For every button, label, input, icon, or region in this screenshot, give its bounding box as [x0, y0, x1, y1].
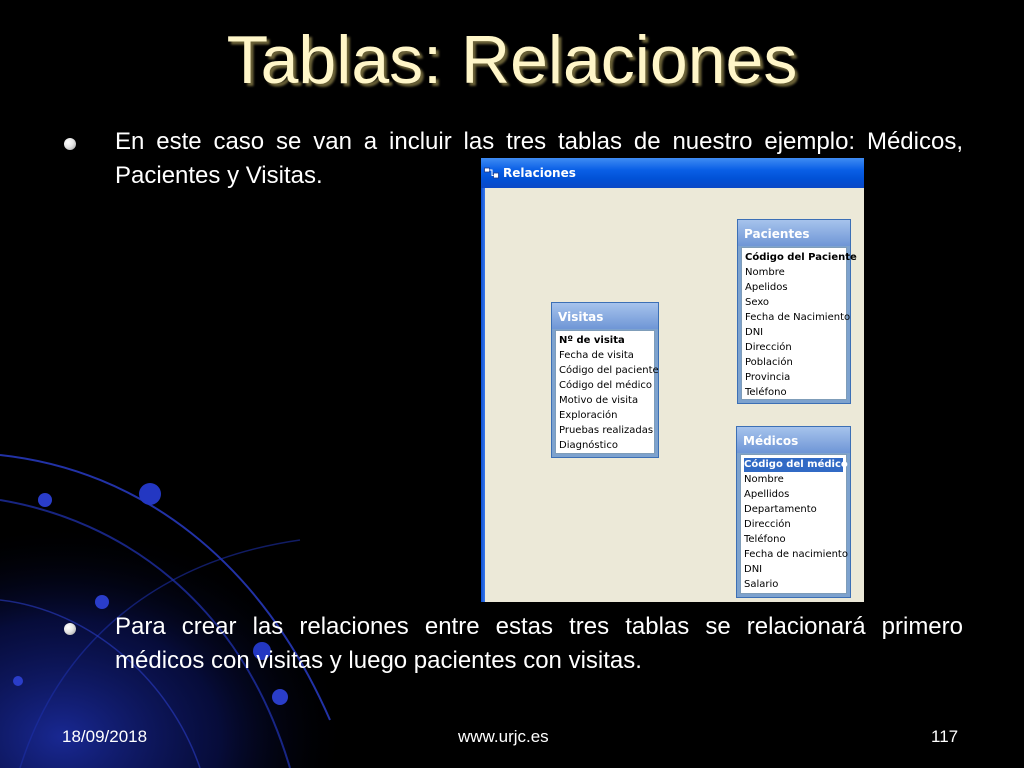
field-item[interactable]: Teléfono: [745, 386, 843, 400]
bullet-icon: [64, 138, 76, 150]
field-item[interactable]: Dirección: [745, 341, 843, 355]
field-item[interactable]: Apellidos: [744, 488, 843, 502]
field-item[interactable]: Población: [745, 356, 843, 370]
footer-page-number: 117: [931, 727, 959, 746]
window-title: Relaciones: [503, 166, 576, 180]
field-item[interactable]: Exploración: [559, 409, 651, 423]
bullet-icon: [64, 623, 76, 635]
field-item[interactable]: Fecha de nacimiento: [744, 548, 848, 562]
slide-title: Tablas: Relaciones: [226, 22, 798, 98]
field-list-box[interactable]: Nº de visita Fecha de visita Código del …: [555, 330, 659, 454]
field-item[interactable]: Sexo: [745, 296, 843, 310]
field-item[interactable]: Teléfono: [744, 533, 843, 547]
table-visitas[interactable]: Visitas Nº de visita Fecha de visita Cód…: [551, 302, 659, 458]
field-list-box[interactable]: Código del Paciente Nombre Apelidos Sexo…: [741, 247, 857, 400]
table-pacientes[interactable]: Pacientes Código del Paciente Nombre Ape…: [737, 219, 857, 404]
field-item[interactable]: Diagnóstico: [559, 439, 651, 453]
field-item[interactable]: Nº de visita: [559, 334, 651, 348]
field-item[interactable]: Código del paciente: [559, 364, 659, 378]
window-titlebar[interactable]: Relaciones: [481, 158, 864, 188]
table-title: Médicos: [743, 434, 799, 448]
field-item[interactable]: Apelidos: [745, 281, 843, 295]
field-item[interactable]: Motivo de visita: [559, 394, 651, 408]
table-medicos[interactable]: Médicos Código del médico Nombre Apellid…: [736, 426, 851, 598]
field-item[interactable]: Pruebas realizadas: [559, 424, 653, 438]
bullet-text-2: Para crear las relaciones entre estas tr…: [115, 613, 963, 674]
field-list-box[interactable]: Código del médico Nombre Apellidos Depar…: [740, 454, 848, 594]
table-header[interactable]: Médicos: [737, 427, 850, 453]
footer-url: www.urjc.es: [458, 727, 549, 746]
field-item[interactable]: Provincia: [745, 371, 843, 385]
field-item[interactable]: DNI: [744, 563, 843, 577]
field-item[interactable]: Dirección: [744, 518, 843, 532]
field-item[interactable]: Salario: [744, 578, 843, 592]
field-item[interactable]: Código del Paciente: [745, 251, 857, 265]
field-item[interactable]: Nombre: [744, 473, 843, 487]
relationships-window: Relaciones Pacientes Código del Paciente…: [481, 158, 864, 602]
field-item[interactable]: Código del médico: [559, 379, 652, 393]
field-item-selected[interactable]: Código del médico: [743, 457, 848, 473]
table-title: Pacientes: [744, 227, 810, 241]
footer-date: 18/09/2018: [62, 727, 148, 746]
field-item[interactable]: Departamento: [744, 503, 843, 517]
field-item[interactable]: DNI: [745, 326, 843, 340]
table-header[interactable]: Visitas: [552, 303, 658, 329]
relationships-icon: [484, 167, 499, 179]
table-header[interactable]: Pacientes: [738, 220, 850, 246]
field-item[interactable]: Fecha de Nacimiento: [745, 311, 850, 325]
table-title: Visitas: [558, 310, 604, 324]
field-item[interactable]: Nombre: [745, 266, 843, 280]
field-item[interactable]: Fecha de visita: [559, 349, 651, 363]
